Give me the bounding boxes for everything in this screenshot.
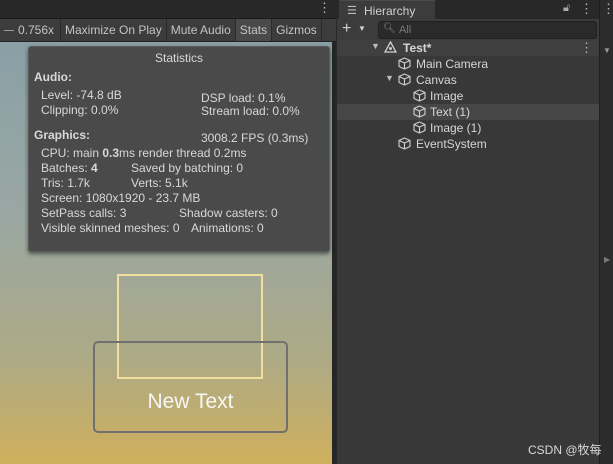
hierarchy-item-main-camera[interactable]: Main Camera <box>337 56 599 72</box>
unity-scene-icon <box>383 40 398 57</box>
batches: Batches: 4 <box>41 161 98 175</box>
hierarchy-search-box[interactable]: 🔍︎ <box>378 21 597 39</box>
watermark-text: CSDN @牧每 <box>528 443 602 457</box>
hierarchy-tab-bar: ☰ Hierarchy 🔓︎ ⋮ <box>337 0 599 20</box>
hierarchy-item-image[interactable]: Image <box>337 88 599 104</box>
mute-audio-button[interactable]: Mute Audio <box>167 19 236 41</box>
hierarchy-item-label: Main Camera <box>416 57 489 71</box>
scene-name: Test* <box>403 41 432 55</box>
gizmos-button[interactable]: Gizmos <box>272 19 322 41</box>
batches-value: 4 <box>91 161 98 175</box>
hierarchy-item-text-1[interactable]: Text (1) <box>337 104 599 120</box>
hierarchy-search-input[interactable] <box>399 22 589 38</box>
shadow-casters: Shadow casters: 0 <box>179 206 278 220</box>
expand-arrow-icon[interactable]: ▼ <box>385 73 394 83</box>
visible-skinned-meshes: Visible skinned meshes: 0 <box>41 221 180 235</box>
cpu-main-value: 0.3 <box>102 146 120 160</box>
add-icon[interactable]: + <box>342 20 351 38</box>
batches-prefix: Batches: <box>41 161 92 175</box>
animations: Animations: 0 <box>191 221 264 235</box>
hierarchy-item-canvas[interactable]: ▼ Canvas <box>337 72 599 88</box>
graphics-header: Graphics: <box>34 128 91 142</box>
gameobject-cube-icon <box>413 88 426 105</box>
game-tab-strip: ⋮ <box>0 0 336 19</box>
cpu-suffix: ms render thread 0.2ms <box>119 146 247 160</box>
hierarchy-item-image-1[interactable]: Image (1) <box>337 120 599 136</box>
hierarchy-tab[interactable]: ☰ Hierarchy <box>339 0 435 20</box>
audio-level: Level: -74.8 dB <box>41 88 122 102</box>
hierarchy-item-eventsystem[interactable]: EventSystem <box>337 136 599 152</box>
hierarchy-item-label: EventSystem <box>416 137 487 151</box>
statistics-overlay: Statistics Audio: Level: -74.8 dB DSP lo… <box>28 46 330 252</box>
verts: Verts: 5.1k <box>131 176 188 190</box>
hierarchy-kebab-menu-icon[interactable]: ⋮ <box>580 1 593 17</box>
game-toolbar: 0.756x Maximize On Play Mute Audio Stats… <box>0 19 336 42</box>
add-dropdown-caret-icon[interactable]: ▼ <box>358 22 366 36</box>
hierarchy-item-label: Image <box>430 89 464 103</box>
screen: Screen: 1080x1920 - 23.7 MB <box>41 191 201 205</box>
expand-arrow-icon[interactable]: ▼ <box>371 41 380 51</box>
hierarchy-icon: ☰ <box>347 5 357 17</box>
fps: 3008.2 FPS (0.3ms) <box>201 131 309 145</box>
scale-slider-track <box>4 30 14 32</box>
cpu-prefix: CPU: main <box>41 146 103 160</box>
text-rect-outline <box>93 341 288 433</box>
gameobject-cube-icon <box>398 56 411 73</box>
setpass-calls: SetPass calls: 3 <box>41 206 127 220</box>
clipping: Clipping: 0.0% <box>41 103 119 117</box>
scene-kebab-menu-icon[interactable]: ⋮ <box>580 40 593 56</box>
maximize-on-play-button[interactable]: Maximize On Play <box>61 19 167 41</box>
hierarchy-panel: ☰ Hierarchy 🔓︎ ⋮ + ▼ 🔍︎ ▼ Test* ⋮ Main C… <box>337 0 599 464</box>
stream-load: Stream load: 0.0% <box>201 104 300 118</box>
inspector-collapsed-strip: ⋮ ▼ ▶ <box>599 0 613 464</box>
cpu-stats: CPU: main 0.3ms render thread 0.2ms <box>41 146 246 160</box>
collapse-arrow-icon[interactable]: ▼ <box>603 46 611 55</box>
gameobject-cube-icon <box>413 120 426 137</box>
game-kebab-menu-icon[interactable]: ⋮ <box>318 0 331 18</box>
scale-value: 0.756x <box>18 23 55 37</box>
hierarchy-item-label: Image (1) <box>430 121 482 135</box>
new-text-label: New Text <box>147 390 234 413</box>
statistics-title: Statistics <box>154 51 203 65</box>
hierarchy-toolbar: + ▼ 🔍︎ <box>337 19 599 41</box>
hierarchy-item-label: Text (1) <box>430 105 471 119</box>
gameobject-cube-icon <box>398 136 411 153</box>
hierarchy-tab-label: Hierarchy <box>364 4 416 18</box>
scene-row[interactable]: ▼ Test* ⋮ <box>337 40 599 56</box>
inspector-kebab-menu-icon[interactable]: ⋮ <box>602 1 613 17</box>
scale-slider[interactable]: 0.756x <box>0 19 61 41</box>
gameobject-cube-icon <box>398 72 411 89</box>
dsp-load: DSP load: 0.1% <box>201 91 286 105</box>
saved-by-batching: Saved by batching: 0 <box>131 161 244 175</box>
tris: Tris: 1.7k <box>41 176 90 190</box>
expand-arrow-icon[interactable]: ▶ <box>604 255 610 264</box>
hierarchy-item-label: Canvas <box>416 73 457 87</box>
search-icon: 🔍︎ <box>383 23 396 34</box>
lock-icon[interactable]: 🔓︎ <box>563 2 570 15</box>
audio-header: Audio: <box>34 70 72 84</box>
game-view-panel: ⋮ 0.756x Maximize On Play Mute Audio Sta… <box>0 0 336 464</box>
stats-button[interactable]: Stats <box>235 19 273 41</box>
gameobject-cube-icon <box>413 104 426 121</box>
